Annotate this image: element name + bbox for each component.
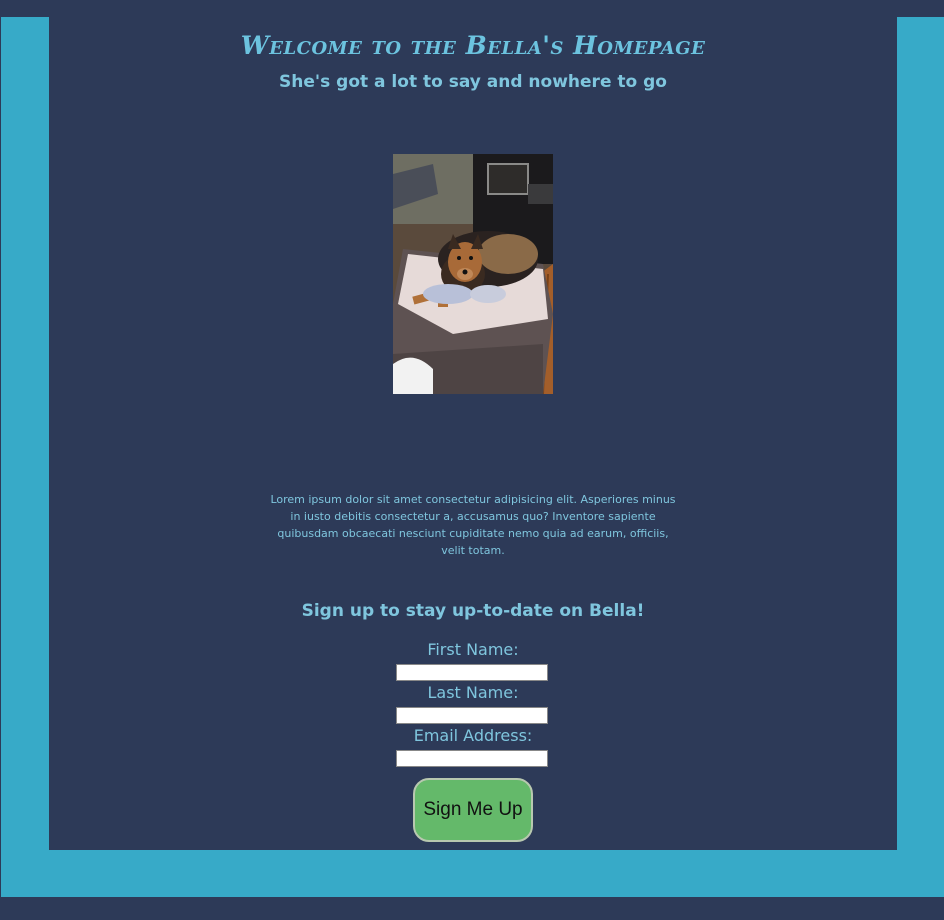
last-name-input[interactable] — [396, 707, 548, 724]
email-label: Email Address: — [413, 726, 533, 745]
sign-me-up-button[interactable]: Sign Me Up — [413, 778, 533, 842]
dog-photo-graphic — [393, 154, 553, 394]
dog-photo — [393, 154, 553, 394]
first-name-input[interactable] — [396, 664, 548, 681]
signup-heading: Sign up to stay up-to-date on Bella! — [301, 601, 645, 621]
main-content: Welcome to the Bella's Homepage She's go… — [49, 17, 897, 850]
page-title: Welcome to the Bella's Homepage — [240, 31, 706, 60]
email-input[interactable] — [396, 750, 548, 767]
intro-paragraph: Lorem ipsum dolor sit amet consectetur a… — [270, 493, 676, 557]
first-name-label: First Name: — [427, 640, 519, 659]
page-subtitle: She's got a lot to say and nowhere to go — [279, 72, 667, 92]
last-name-label: Last Name: — [427, 683, 519, 702]
